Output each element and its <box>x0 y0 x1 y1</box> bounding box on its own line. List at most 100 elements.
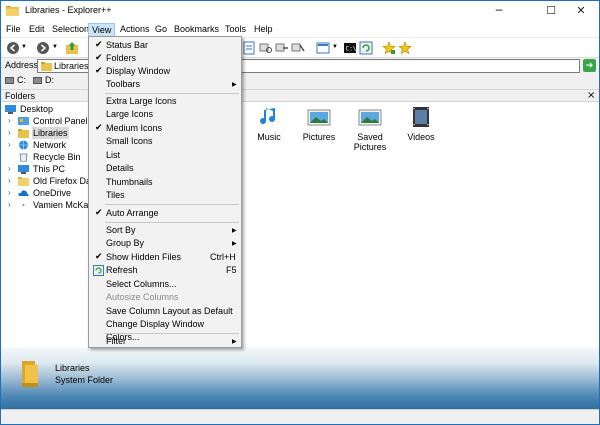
refresh-icon <box>93 265 104 276</box>
address-label: Address <box>5 60 39 70</box>
tree-item-vamien-mckalin[interactable]: › Vamien McKalin <box>1 199 89 211</box>
menu-item-toolbars[interactable]: Toolbars ▶ <box>90 78 240 91</box>
svg-text:C:\: C:\ <box>346 46 357 53</box>
menu-item-label: Toolbars <box>106 79 141 89</box>
library-folder-icon <box>22 361 38 387</box>
bookmarks-icon[interactable] <box>398 41 412 55</box>
go-button[interactable]: ➜ <box>583 59 596 72</box>
menu-item-save-column-layout[interactable]: Save Column Layout as Default <box>90 305 240 318</box>
menu-item-group-by[interactable]: Group By ▶ <box>90 237 240 250</box>
menu-item-auto-arrange[interactable]: ✔ Auto Arrange <box>90 207 240 220</box>
menu-item-folders[interactable]: ✔ Folders <box>90 52 240 65</box>
close-button[interactable]: ✕ <box>561 1 600 21</box>
menu-item-refresh[interactable]: Refresh F5 <box>90 264 240 277</box>
menu-view[interactable]: View <box>88 23 116 37</box>
tree-item-this-pc[interactable]: › This PC <box>1 163 88 175</box>
tree-expand-icon[interactable]: › <box>8 199 16 211</box>
tree-expand-icon[interactable]: › <box>8 115 16 127</box>
drive-icon <box>33 77 42 84</box>
menu-item-select-columns[interactable]: Select Columns... <box>90 278 240 291</box>
views-icon[interactable] <box>316 41 330 55</box>
menu-item-display-window[interactable]: ✔ Display Window <box>90 65 240 78</box>
menu-item-list[interactable]: List <box>90 149 240 162</box>
menu-item-label: Folders <box>106 53 137 63</box>
tree-expand-icon[interactable]: › <box>8 139 16 151</box>
menu-item-extra-large-icons[interactable]: Extra Large Icons <box>90 95 240 108</box>
tree-item-old-firefox-data[interactable]: › Old Firefox Data <box>1 175 88 187</box>
menu-item-filter[interactable]: Filter ▶ <box>90 335 240 348</box>
views-dropdown-icon[interactable]: ▼ <box>332 44 338 58</box>
menu-item-label: List <box>106 150 121 160</box>
menu-selection[interactable]: Selection <box>49 23 92 37</box>
minimize-button[interactable]: ─ <box>479 1 519 21</box>
menu-bookmarks[interactable]: Bookmarks <box>171 23 222 37</box>
list-item-music[interactable]: Music <box>245 106 293 142</box>
music-library-icon <box>260 108 276 125</box>
drive-d[interactable]: D: <box>33 75 54 85</box>
menu-help[interactable]: Help <box>251 23 276 37</box>
menu-item-large-icons[interactable]: Large Icons <box>90 108 240 121</box>
drive-c[interactable]: C: <box>5 75 26 85</box>
menu-bar: File Edit Selection View Actions Go Book… <box>1 21 599 37</box>
folders-title: Folders <box>5 91 36 101</box>
menu-item-status-bar[interactable]: ✔ Status Bar <box>90 39 240 52</box>
move-to-icon[interactable] <box>291 41 305 55</box>
tree-item-onedrive[interactable]: › OneDrive <box>1 187 88 199</box>
copy-to-icon[interactable] <box>275 41 289 55</box>
menu-item-autosize-columns: Autosize Columns <box>90 291 240 304</box>
forward-icon[interactable] <box>36 41 50 55</box>
desktop-icon <box>5 105 16 114</box>
title-bar[interactable]: Libraries - Explorer++ ─ ☐ ✕ <box>1 1 599 21</box>
tree-item-recycle-bin[interactable]: Recycle Bin <box>1 151 88 163</box>
list-item-saved-pictures[interactable]: Saved Pictures <box>346 106 394 152</box>
search-icon[interactable] <box>259 41 273 55</box>
tree-label: Vamien McKalin <box>33 200 89 210</box>
menu-item-sort-by[interactable]: Sort By ▶ <box>90 224 240 237</box>
tree-item-desktop[interactable]: Desktop <box>1 103 88 115</box>
menu-item-thumbnails[interactable]: Thumbnails <box>90 176 240 189</box>
tree-expand-icon[interactable]: › <box>8 175 16 187</box>
menu-file[interactable]: File <box>3 23 24 37</box>
tree-label: Old Firefox Data <box>33 176 88 186</box>
check-icon: ✔ <box>95 123 103 133</box>
tree-label: OneDrive <box>33 188 72 198</box>
command-prompt-icon[interactable]: C:\ <box>343 41 357 55</box>
list-item-videos[interactable]: Videos <box>397 106 445 142</box>
menu-separator <box>105 222 239 223</box>
menu-tools[interactable]: Tools <box>222 23 249 37</box>
view-menu-dropdown: ✔ Status Bar ✔ Folders ✔ Display Window … <box>88 36 242 348</box>
close-folders-pane-icon[interactable]: × <box>587 90 595 101</box>
menu-item-change-display-window-colors[interactable]: Change Display Window Colors... <box>90 318 240 342</box>
menu-go[interactable]: Go <box>152 23 170 37</box>
list-item-pictures[interactable]: Pictures <box>295 106 343 142</box>
menu-item-tiles[interactable]: Tiles <box>90 189 240 202</box>
forward-dropdown-icon[interactable]: ▼ <box>52 44 58 58</box>
tree-expand-icon[interactable]: › <box>8 163 16 175</box>
tree-expand-icon[interactable]: › <box>8 127 16 139</box>
tree-expand-icon[interactable]: › <box>8 187 16 199</box>
submenu-arrow-icon: ▶ <box>232 338 237 345</box>
explorer-window: Libraries - Explorer++ ─ ☐ ✕ File Edit S… <box>0 0 600 425</box>
up-folder-icon[interactable] <box>65 41 79 55</box>
pictures-library-icon <box>307 109 331 126</box>
tree-item-libraries[interactable]: › Libraries <box>1 127 88 139</box>
check-icon: ✔ <box>95 40 103 50</box>
refresh-icon[interactable] <box>359 41 373 55</box>
menu-item-details[interactable]: Details <box>90 162 240 175</box>
menu-item-show-hidden-files[interactable]: ✔ Show Hidden Files Ctrl+H <box>90 251 240 264</box>
back-dropdown-icon[interactable]: ▼ <box>21 44 27 58</box>
menu-actions[interactable]: Actions <box>117 23 153 37</box>
menu-item-label: Tiles <box>106 190 125 200</box>
tree-label: Libraries <box>32 127 69 139</box>
submenu-arrow-icon: ▶ <box>232 227 237 234</box>
back-icon[interactable] <box>6 41 20 55</box>
add-bookmark-icon[interactable] <box>382 41 396 55</box>
menu-item-medium-icons[interactable]: ✔ Medium Icons <box>90 122 240 135</box>
menu-item-label: Large Icons <box>106 109 154 119</box>
tree-item-network[interactable]: › Network <box>1 139 88 151</box>
tree-item-control-panel[interactable]: › Control Panel <box>1 115 88 127</box>
menu-item-small-icons[interactable]: Small Icons <box>90 135 240 148</box>
details-pane: Libraries System Folder <box>1 347 599 409</box>
menu-edit[interactable]: Edit <box>26 23 48 37</box>
properties-icon[interactable] <box>242 41 256 55</box>
